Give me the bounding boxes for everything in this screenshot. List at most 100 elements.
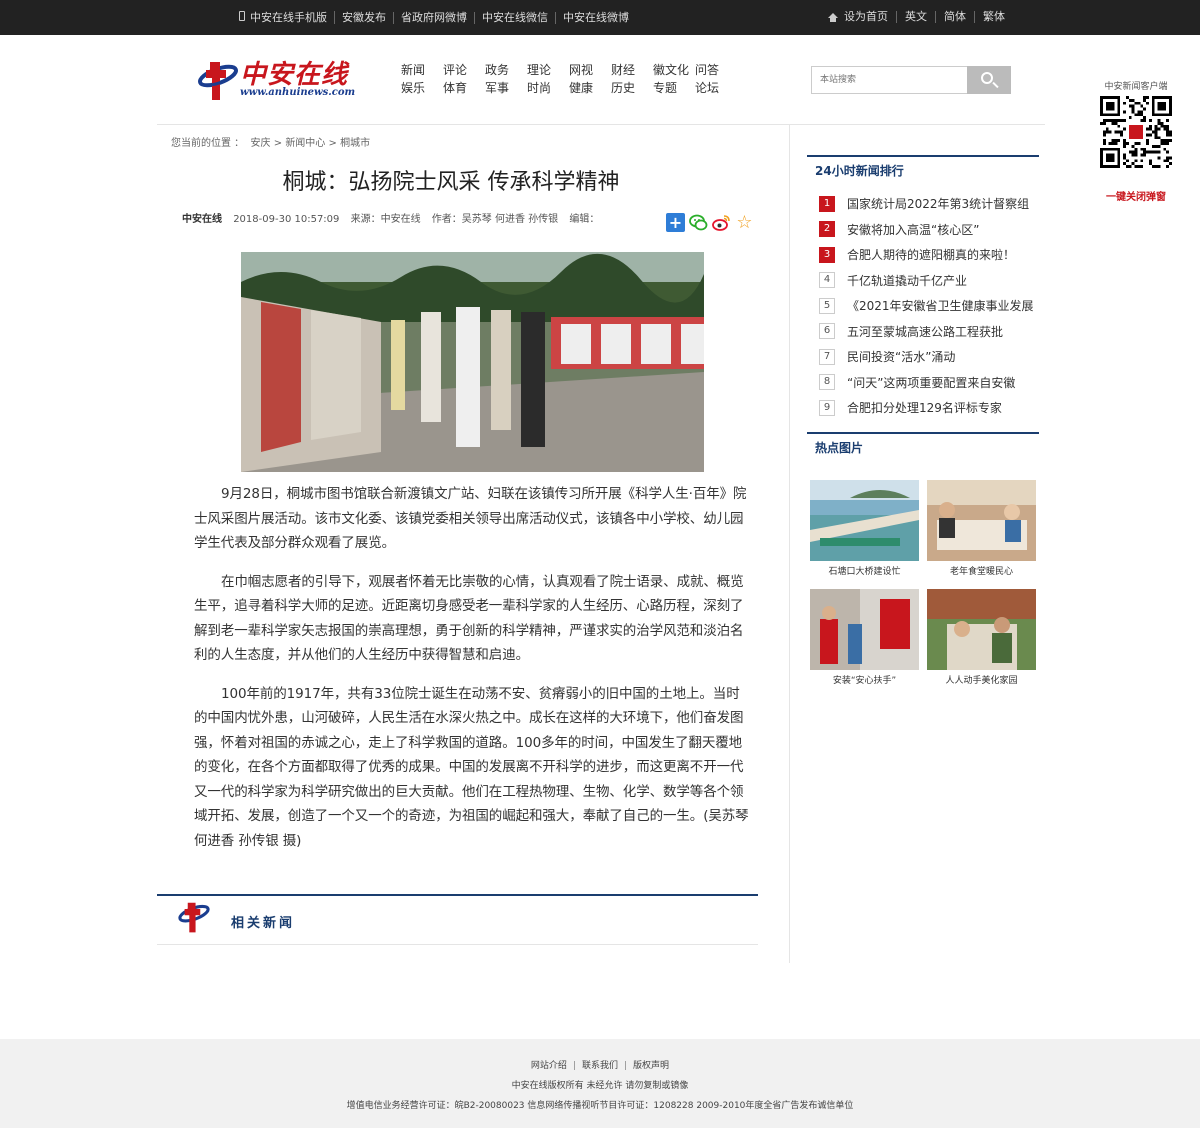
rank-item[interactable]: 9 合肥扣分处理129名评标专家 [819, 395, 1041, 421]
footer-link-contact[interactable]: 联系我们 [582, 1061, 618, 1071]
hot-pic-item[interactable]: 石塘口大桥建设忙 [810, 480, 919, 585]
nav-item-news[interactable]: 新闻 [401, 62, 443, 78]
breadcrumb-item-tongcheng[interactable]: 桐城市 [340, 138, 370, 149]
nav-item-entertainment[interactable]: 娱乐 [401, 80, 443, 96]
footer: 网站介绍 | 联系我们 | 版权声明 中安在线版权所有 未经允许 请勿复制或镜像 增值电… [0, 1039, 1200, 1128]
hot-pic-item[interactable]: 人人动手美化家园 [927, 589, 1036, 694]
article-editor: 编辑： [569, 214, 600, 225]
nav-item-finance[interactable]: 财经 [611, 62, 653, 78]
nav-item-forum[interactable]: 论坛 [695, 80, 737, 96]
related-bottom-line [157, 944, 758, 945]
topbar-left-links: 中安在线手机版 安徽发布 省政府网微博 中安在线微信 中安在线微博 [232, 11, 636, 24]
rank-item[interactable]: 4 千亿轨道撬动千亿产业 [819, 268, 1041, 294]
hot-pic-caption: 石塘口大桥建设忙 [828, 567, 901, 577]
nav-item-health[interactable]: 健康 [569, 80, 611, 96]
nav-item-fashion[interactable]: 时尚 [527, 80, 569, 96]
topbar-link-mobile[interactable]: 中安在线手机版 [232, 11, 335, 24]
rank-item[interactable]: 1 国家统计局2022年第3统计督察组 [819, 191, 1041, 217]
topbar-link-wechat[interactable]: 中安在线微信 [475, 11, 556, 24]
nav-item-gov[interactable]: 政务 [485, 62, 527, 78]
hot-pic-caption: 人人动手美化家园 [945, 676, 1018, 686]
main-nav: 新闻 评论 政务 理论 网视 财经 徽文化 问答 娱乐 体育 军事 时尚 健康 … [401, 62, 737, 96]
article-photo [241, 252, 704, 472]
article-source: 来源：中安在线 [350, 214, 421, 225]
hot-pic-item[interactable]: 老年食堂暖民心 [927, 480, 1036, 585]
article-source-site: 中安在线 [182, 214, 222, 225]
nav-item-theory[interactable]: 理论 [527, 62, 569, 78]
phone-icon [239, 11, 245, 21]
rank-list: 1 国家统计局2022年第3统计督察组 2 安徽将加入高温“核心区” 3 合肥人期待的… [819, 191, 1041, 421]
logo-emblem-icon [197, 62, 239, 100]
wechat-icon[interactable] [689, 213, 708, 232]
search-input[interactable] [811, 66, 967, 94]
footer-license: 增值电信业务经营许可证：皖B2-20080023 信息网络传播视听节目许可证：1… [346, 1101, 854, 1111]
footer-link-about[interactable]: 网站介绍 [531, 1061, 567, 1071]
header-divider [157, 124, 1045, 125]
footer-links: 网站介绍 | 联系我们 | 版权声明 [530, 1061, 670, 1071]
close-popup-link[interactable]: 一键关闭弹窗 [1100, 188, 1172, 203]
rank-item[interactable]: 5 《2021年安徽省卫生健康事业发展 [819, 293, 1041, 319]
topbar-link-gov-weibo[interactable]: 省政府网微博 [394, 11, 475, 24]
footer-copyright: 中安在线版权所有 未经允许 请勿复制或镜像 [511, 1081, 689, 1091]
topbar-set-homepage[interactable]: 设为首页 [820, 11, 897, 23]
rank-item[interactable]: 7 民间投资“活水”涌动 [819, 344, 1041, 370]
qr-code-icon [1100, 96, 1172, 168]
weibo-icon[interactable] [712, 213, 731, 232]
search-button[interactable] [967, 66, 1011, 94]
hot-pic-image [927, 480, 1036, 561]
share-bar: + ☆ [666, 213, 754, 232]
topbar-traditional[interactable]: 繁体 [975, 11, 1013, 23]
article-paragraph: 在巾帼志愿者的引导下，观展者怀着无比崇敬的心情，认真观看了院士语录、成就、概览生… [194, 573, 744, 664]
topbar-link-anhui-release[interactable]: 安徽发布 [335, 11, 394, 24]
rank-header: 24小时新闻排行 [807, 155, 1039, 181]
article-author: 作者：吴苏琴 何进香 孙传银 [431, 214, 559, 225]
nav-item-culture[interactable]: 徽文化 [653, 62, 695, 78]
rank-item[interactable]: 6 五河至蒙城高速公路工程获批 [819, 319, 1041, 345]
hot-pic-item[interactable]: 安装“安心扶手” [810, 589, 919, 694]
qr-code [1100, 96, 1172, 168]
logo-text: 中安在线 [240, 60, 349, 90]
rank-title: 24小时新闻排行 [815, 164, 904, 178]
nav-item-sports[interactable]: 体育 [443, 80, 485, 96]
nav-item-military[interactable]: 军事 [485, 80, 527, 96]
favorite-star-icon[interactable]: ☆ [735, 213, 754, 232]
article-paragraph: 9月28日，桐城市图书馆联合新渡镇文广站、妇联在该镇传习所开展《科学人生·百年》… [194, 486, 747, 551]
breadcrumb: 您当前的位置 ： 安庆 > 新闻中心 > 桐城市 [171, 138, 371, 149]
site-logo[interactable]: 中安在线 www.anhuinews.com [196, 56, 356, 102]
topbar-english[interactable]: 英文 [897, 11, 936, 23]
related-news-title: 相关新闻 [231, 916, 296, 931]
site-search [811, 66, 1011, 94]
hot-pics-header: 热点图片 [807, 432, 1039, 458]
hot-pic-caption: 安装“安心扶手” [832, 676, 897, 686]
hot-pic-image [927, 589, 1036, 670]
article-meta: 中安在线 2018-09-30 10:57:09 来源：中安在线 作者：吴苏琴 … [182, 210, 607, 225]
breadcrumb-item-news-center[interactable]: 新闻中心 [285, 138, 325, 149]
top-bar: 中安在线手机版 安徽发布 省政府网微博 中安在线微信 中安在线微博 设为首页 英… [0, 0, 1200, 35]
breadcrumb-item-anqing[interactable]: 安庆 [251, 138, 271, 149]
hot-pic-image [810, 589, 919, 670]
article-body: 9月28日，桐城市图书馆联合新渡镇文广站、妇联在该镇传习所开展《科学人生·百年》… [194, 482, 751, 867]
logo-url: www.anhuinews.com [240, 87, 356, 98]
nav-item-comment[interactable]: 评论 [443, 62, 485, 78]
nav-item-history[interactable]: 历史 [611, 80, 653, 96]
rank-item[interactable]: 3 合肥人期待的遮阳棚真的来啦！ [819, 242, 1041, 268]
hot-pics-title: 热点图片 [815, 441, 864, 455]
qr-title: 中安新闻客户端 [1104, 82, 1168, 92]
hot-pic-caption: 老年食堂暖民心 [949, 567, 1013, 577]
related-logo-icon [174, 898, 214, 934]
rank-item[interactable]: 2 安徽将加入高温“核心区” [819, 217, 1041, 243]
search-icon [981, 72, 993, 84]
column-divider [789, 125, 790, 963]
article-title: 桐城：弘扬院士风采 传承科学精神 [282, 170, 620, 195]
share-more-icon[interactable]: + [666, 213, 685, 232]
nav-item-video[interactable]: 网视 [569, 62, 611, 78]
topbar-right-links: 设为首页 英文 简体 繁体 [820, 11, 1013, 23]
article-paragraph: 100年前的1917年，共有33位院士诞生在动荡不安、贫瘠弱小的旧中国的土地上。… [194, 685, 749, 849]
topbar-link-weibo[interactable]: 中安在线微博 [556, 11, 636, 24]
article-datetime: 2018-09-30 10:57:09 [233, 214, 340, 225]
topbar-simplified[interactable]: 简体 [936, 11, 975, 23]
footer-link-copyright[interactable]: 版权声明 [633, 1061, 669, 1071]
nav-item-qa[interactable]: 问答 [695, 62, 737, 78]
rank-item[interactable]: 8 “问天”这两项重要配置来自安徽 [819, 370, 1041, 396]
nav-item-topics[interactable]: 专题 [653, 80, 695, 96]
